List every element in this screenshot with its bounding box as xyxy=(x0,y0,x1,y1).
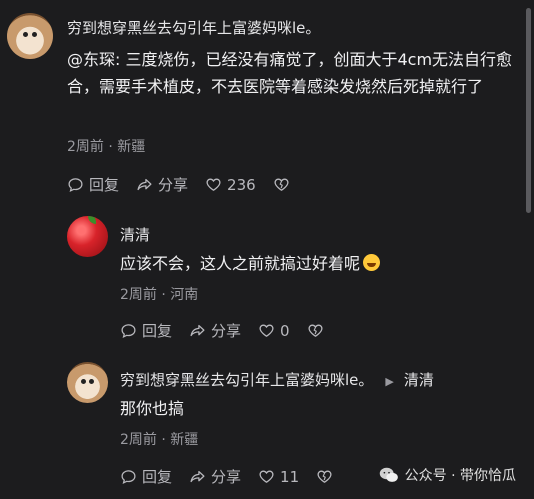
comment-username[interactable]: 穷到想穿黑丝去勾引年上富婆妈咪le。 xyxy=(67,17,320,38)
reply-label: 回复 xyxy=(142,322,173,340)
like-button[interactable]: 236 xyxy=(205,176,256,194)
share-label: 分享 xyxy=(158,176,189,194)
reply-button[interactable]: 回复 xyxy=(67,174,119,195)
like-count: 236 xyxy=(227,175,256,194)
comment-text: @东琛: 三度烧伤，已经没有痛觉了，创面大于4cm无法自行愈合，需要手术植皮，不… xyxy=(67,50,513,96)
watermark-text: 公众号 · 带你恰瓜 xyxy=(404,468,516,484)
broken-heart-icon xyxy=(274,178,289,191)
reply-item: 清清 应该不会，这人之前就搞过好着呢 2周前 · 河南 回复 分享 0 xyxy=(0,205,534,345)
reply-button[interactable]: 回复 xyxy=(120,466,172,487)
user-avatar[interactable] xyxy=(67,362,108,403)
reply-to-username[interactable]: 清清 xyxy=(404,371,434,389)
share-button[interactable]: 分享 xyxy=(189,466,241,487)
share-arrow-icon xyxy=(137,178,152,191)
reply-label: 回复 xyxy=(142,468,173,486)
comment-item: 穷到想穿黑丝去勾引年上富婆妈咪le。 @东琛: 三度烧伤，已经没有痛觉了，创面大… xyxy=(0,0,534,200)
like-button[interactable]: 11 xyxy=(258,468,299,486)
comment-text: 应该不会，这人之前就搞过好着呢 xyxy=(120,250,510,277)
reply-arrow-icon: ▶ xyxy=(385,375,394,388)
user-avatar[interactable] xyxy=(7,13,53,59)
heart-icon xyxy=(206,178,221,191)
heart-icon xyxy=(259,470,274,483)
reply-button[interactable]: 回复 xyxy=(120,320,172,341)
reply-label: 回复 xyxy=(89,176,120,194)
user-avatar[interactable] xyxy=(67,216,108,257)
broken-heart-icon xyxy=(317,470,332,483)
broken-heart-icon xyxy=(308,324,323,337)
comment-bubble-icon xyxy=(68,178,83,193)
dislike-button[interactable] xyxy=(273,176,295,193)
dislike-button[interactable] xyxy=(316,468,338,485)
comment-username[interactable]: 穷到想穿黑丝去勾引年上富婆妈咪le。 xyxy=(120,371,373,389)
like-button[interactable]: 0 xyxy=(258,322,290,340)
share-button[interactable]: 分享 xyxy=(189,320,241,341)
wechat-icon xyxy=(379,467,398,482)
share-label: 分享 xyxy=(211,468,242,486)
comment-meta: 2周前 · 新疆 xyxy=(67,139,146,155)
watermark: 公众号 · 带你恰瓜 xyxy=(379,465,516,485)
heart-icon xyxy=(259,324,274,337)
share-label: 分享 xyxy=(211,322,242,340)
comment-actions: 回复 分享 0 xyxy=(120,320,346,341)
laughing-emoji-icon xyxy=(363,254,381,271)
share-button[interactable]: 分享 xyxy=(136,174,188,195)
like-count: 11 xyxy=(280,467,300,486)
dislike-button[interactable] xyxy=(307,322,329,339)
comment-bubble-icon xyxy=(121,470,136,485)
comment-username[interactable]: 清清 xyxy=(120,224,150,245)
share-arrow-icon xyxy=(190,470,205,483)
comment-actions: 回复 分享 236 xyxy=(67,174,312,195)
comment-meta: 2周前 · 河南 xyxy=(120,287,199,303)
share-arrow-icon xyxy=(190,324,205,337)
comment-actions: 回复 分享 11 xyxy=(120,466,355,487)
reply-header: 穷到想穿黑丝去勾引年上富婆妈咪le。 ▶ 清清 xyxy=(120,369,434,390)
comment-meta: 2周前 · 新疆 xyxy=(120,432,199,448)
like-count: 0 xyxy=(280,321,290,340)
comment-bubble-icon xyxy=(121,324,136,339)
comment-text: 那你也搞 xyxy=(120,399,185,418)
comment-text-content: 应该不会，这人之前就搞过好着呢 xyxy=(120,254,361,273)
